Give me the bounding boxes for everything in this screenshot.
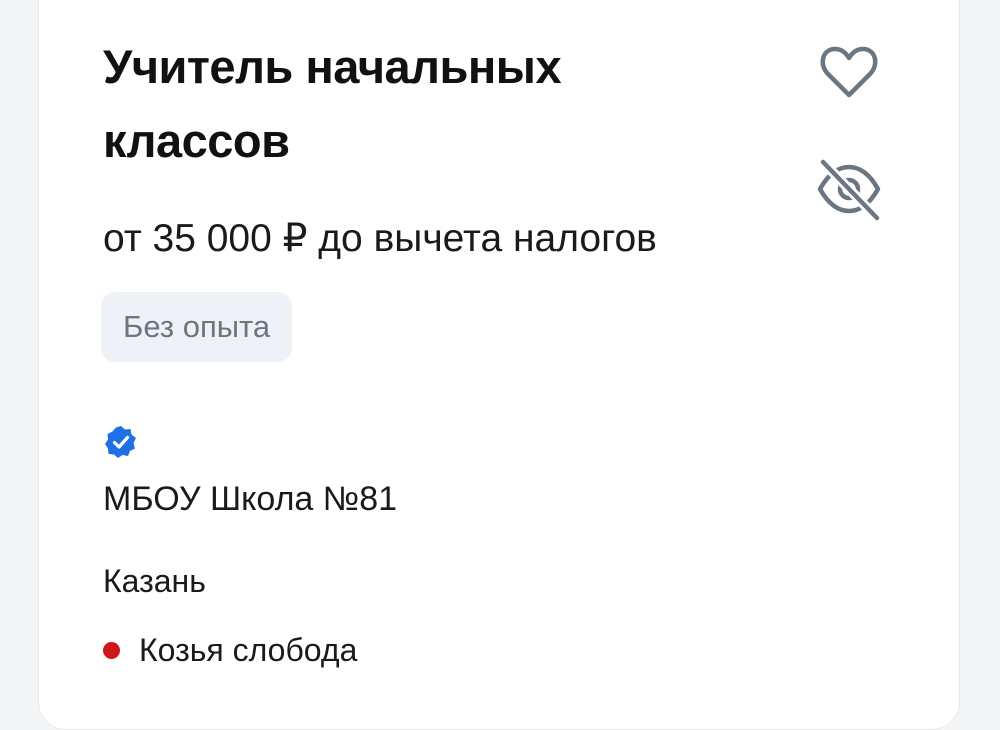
metro-station-label: Козья слобода <box>139 632 358 668</box>
experience-badge-label: Без опыта <box>123 309 271 344</box>
eye-off-icon[interactable] <box>815 156 883 223</box>
verified-check-icon <box>104 425 138 459</box>
experience-badge: Без опыта <box>101 292 293 362</box>
city-name: Казань <box>103 563 206 599</box>
salary-text: от 35 000 ₽ до вычета налогов <box>103 217 657 260</box>
company-name[interactable]: МБОУ Школа №81 <box>103 476 397 522</box>
heart-icon[interactable] <box>818 44 880 100</box>
metro-dot-icon <box>103 641 120 659</box>
metro-station: Козья слобода <box>103 628 357 672</box>
vacancy-title[interactable]: Учитель начальных классов <box>103 30 743 178</box>
